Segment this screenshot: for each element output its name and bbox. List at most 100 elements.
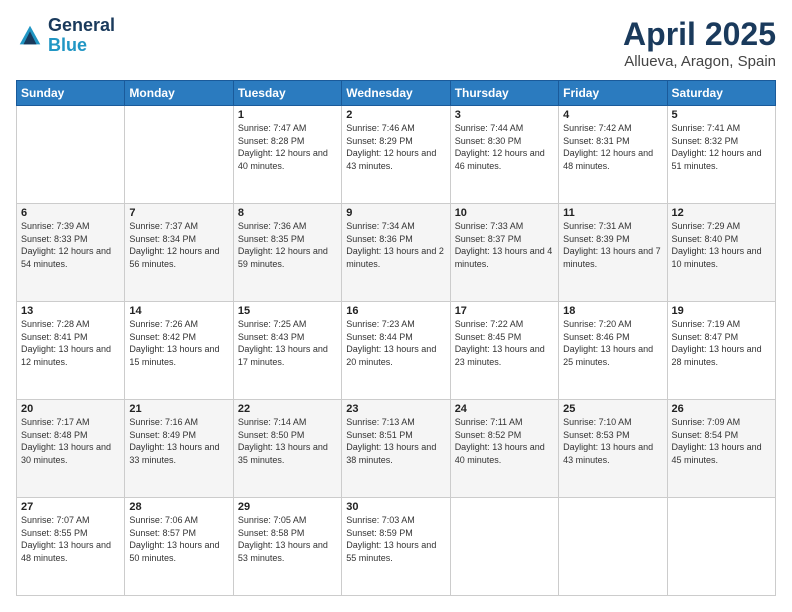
calendar-cell: 13Sunrise: 7:28 AM Sunset: 8:41 PM Dayli… <box>17 302 125 400</box>
calendar-cell: 2Sunrise: 7:46 AM Sunset: 8:29 PM Daylig… <box>342 106 450 204</box>
day-number: 4 <box>563 109 662 121</box>
day-number: 11 <box>563 207 662 219</box>
day-info: Sunrise: 7:47 AM Sunset: 8:28 PM Dayligh… <box>238 122 337 172</box>
day-number: 24 <box>455 403 554 415</box>
day-info: Sunrise: 7:23 AM Sunset: 8:44 PM Dayligh… <box>346 318 445 368</box>
day-info: Sunrise: 7:07 AM Sunset: 8:55 PM Dayligh… <box>21 514 120 564</box>
day-info: Sunrise: 7:20 AM Sunset: 8:46 PM Dayligh… <box>563 318 662 368</box>
weekday-header: Friday <box>559 81 667 106</box>
calendar-header-row: SundayMondayTuesdayWednesdayThursdayFrid… <box>17 81 776 106</box>
weekday-header: Wednesday <box>342 81 450 106</box>
calendar-cell <box>667 498 775 596</box>
day-info: Sunrise: 7:26 AM Sunset: 8:42 PM Dayligh… <box>129 318 228 368</box>
calendar-cell: 28Sunrise: 7:06 AM Sunset: 8:57 PM Dayli… <box>125 498 233 596</box>
day-info: Sunrise: 7:28 AM Sunset: 8:41 PM Dayligh… <box>21 318 120 368</box>
calendar-cell <box>17 106 125 204</box>
subtitle: Allueva, Aragon, Spain <box>623 53 776 70</box>
day-number: 5 <box>672 109 771 121</box>
day-info: Sunrise: 7:46 AM Sunset: 8:29 PM Dayligh… <box>346 122 445 172</box>
calendar-cell: 9Sunrise: 7:34 AM Sunset: 8:36 PM Daylig… <box>342 204 450 302</box>
day-number: 3 <box>455 109 554 121</box>
calendar-cell: 16Sunrise: 7:23 AM Sunset: 8:44 PM Dayli… <box>342 302 450 400</box>
calendar-cell: 19Sunrise: 7:19 AM Sunset: 8:47 PM Dayli… <box>667 302 775 400</box>
day-number: 29 <box>238 501 337 513</box>
day-info: Sunrise: 7:09 AM Sunset: 8:54 PM Dayligh… <box>672 416 771 466</box>
day-info: Sunrise: 7:39 AM Sunset: 8:33 PM Dayligh… <box>21 220 120 270</box>
calendar-cell: 21Sunrise: 7:16 AM Sunset: 8:49 PM Dayli… <box>125 400 233 498</box>
day-number: 27 <box>21 501 120 513</box>
weekday-header: Saturday <box>667 81 775 106</box>
day-info: Sunrise: 7:33 AM Sunset: 8:37 PM Dayligh… <box>455 220 554 270</box>
calendar-week-row: 1Sunrise: 7:47 AM Sunset: 8:28 PM Daylig… <box>17 106 776 204</box>
day-number: 19 <box>672 305 771 317</box>
day-info: Sunrise: 7:06 AM Sunset: 8:57 PM Dayligh… <box>129 514 228 564</box>
calendar-week-row: 13Sunrise: 7:28 AM Sunset: 8:41 PM Dayli… <box>17 302 776 400</box>
day-number: 10 <box>455 207 554 219</box>
day-info: Sunrise: 7:44 AM Sunset: 8:30 PM Dayligh… <box>455 122 554 172</box>
day-number: 20 <box>21 403 120 415</box>
day-number: 26 <box>672 403 771 415</box>
day-info: Sunrise: 7:19 AM Sunset: 8:47 PM Dayligh… <box>672 318 771 368</box>
calendar-cell: 30Sunrise: 7:03 AM Sunset: 8:59 PM Dayli… <box>342 498 450 596</box>
logo-icon <box>16 22 44 50</box>
day-number: 2 <box>346 109 445 121</box>
day-info: Sunrise: 7:34 AM Sunset: 8:36 PM Dayligh… <box>346 220 445 270</box>
day-info: Sunrise: 7:42 AM Sunset: 8:31 PM Dayligh… <box>563 122 662 172</box>
calendar-cell: 22Sunrise: 7:14 AM Sunset: 8:50 PM Dayli… <box>233 400 341 498</box>
day-info: Sunrise: 7:36 AM Sunset: 8:35 PM Dayligh… <box>238 220 337 270</box>
calendar-cell: 24Sunrise: 7:11 AM Sunset: 8:52 PM Dayli… <box>450 400 558 498</box>
logo: General Blue <box>16 16 115 56</box>
day-info: Sunrise: 7:10 AM Sunset: 8:53 PM Dayligh… <box>563 416 662 466</box>
day-info: Sunrise: 7:05 AM Sunset: 8:58 PM Dayligh… <box>238 514 337 564</box>
calendar-cell: 26Sunrise: 7:09 AM Sunset: 8:54 PM Dayli… <box>667 400 775 498</box>
calendar-table: SundayMondayTuesdayWednesdayThursdayFrid… <box>16 80 776 596</box>
day-number: 25 <box>563 403 662 415</box>
calendar-cell: 1Sunrise: 7:47 AM Sunset: 8:28 PM Daylig… <box>233 106 341 204</box>
calendar-cell: 25Sunrise: 7:10 AM Sunset: 8:53 PM Dayli… <box>559 400 667 498</box>
calendar-cell: 10Sunrise: 7:33 AM Sunset: 8:37 PM Dayli… <box>450 204 558 302</box>
day-number: 23 <box>346 403 445 415</box>
day-number: 6 <box>21 207 120 219</box>
day-info: Sunrise: 7:13 AM Sunset: 8:51 PM Dayligh… <box>346 416 445 466</box>
day-info: Sunrise: 7:25 AM Sunset: 8:43 PM Dayligh… <box>238 318 337 368</box>
calendar-cell: 12Sunrise: 7:29 AM Sunset: 8:40 PM Dayli… <box>667 204 775 302</box>
day-info: Sunrise: 7:41 AM Sunset: 8:32 PM Dayligh… <box>672 122 771 172</box>
calendar-week-row: 6Sunrise: 7:39 AM Sunset: 8:33 PM Daylig… <box>17 204 776 302</box>
calendar-cell: 15Sunrise: 7:25 AM Sunset: 8:43 PM Dayli… <box>233 302 341 400</box>
logo-text: General Blue <box>48 16 115 56</box>
day-number: 21 <box>129 403 228 415</box>
calendar-cell: 4Sunrise: 7:42 AM Sunset: 8:31 PM Daylig… <box>559 106 667 204</box>
day-number: 1 <box>238 109 337 121</box>
day-number: 30 <box>346 501 445 513</box>
calendar-cell: 23Sunrise: 7:13 AM Sunset: 8:51 PM Dayli… <box>342 400 450 498</box>
calendar-cell: 3Sunrise: 7:44 AM Sunset: 8:30 PM Daylig… <box>450 106 558 204</box>
day-number: 12 <box>672 207 771 219</box>
calendar-cell: 14Sunrise: 7:26 AM Sunset: 8:42 PM Dayli… <box>125 302 233 400</box>
day-number: 16 <box>346 305 445 317</box>
day-number: 22 <box>238 403 337 415</box>
calendar-cell <box>559 498 667 596</box>
main-title: April 2025 <box>623 16 776 53</box>
calendar-cell: 8Sunrise: 7:36 AM Sunset: 8:35 PM Daylig… <box>233 204 341 302</box>
day-number: 15 <box>238 305 337 317</box>
header: General Blue April 2025 Allueva, Aragon,… <box>16 16 776 70</box>
day-number: 18 <box>563 305 662 317</box>
calendar-cell <box>125 106 233 204</box>
day-info: Sunrise: 7:14 AM Sunset: 8:50 PM Dayligh… <box>238 416 337 466</box>
day-info: Sunrise: 7:31 AM Sunset: 8:39 PM Dayligh… <box>563 220 662 270</box>
calendar-cell: 18Sunrise: 7:20 AM Sunset: 8:46 PM Dayli… <box>559 302 667 400</box>
title-block: April 2025 Allueva, Aragon, Spain <box>623 16 776 70</box>
day-info: Sunrise: 7:16 AM Sunset: 8:49 PM Dayligh… <box>129 416 228 466</box>
page: General Blue April 2025 Allueva, Aragon,… <box>0 0 792 612</box>
day-info: Sunrise: 7:22 AM Sunset: 8:45 PM Dayligh… <box>455 318 554 368</box>
calendar-cell: 6Sunrise: 7:39 AM Sunset: 8:33 PM Daylig… <box>17 204 125 302</box>
day-number: 7 <box>129 207 228 219</box>
day-info: Sunrise: 7:37 AM Sunset: 8:34 PM Dayligh… <box>129 220 228 270</box>
day-info: Sunrise: 7:17 AM Sunset: 8:48 PM Dayligh… <box>21 416 120 466</box>
day-number: 9 <box>346 207 445 219</box>
calendar-week-row: 20Sunrise: 7:17 AM Sunset: 8:48 PM Dayli… <box>17 400 776 498</box>
calendar-cell: 7Sunrise: 7:37 AM Sunset: 8:34 PM Daylig… <box>125 204 233 302</box>
calendar-week-row: 27Sunrise: 7:07 AM Sunset: 8:55 PM Dayli… <box>17 498 776 596</box>
calendar-cell: 17Sunrise: 7:22 AM Sunset: 8:45 PM Dayli… <box>450 302 558 400</box>
calendar-cell: 5Sunrise: 7:41 AM Sunset: 8:32 PM Daylig… <box>667 106 775 204</box>
